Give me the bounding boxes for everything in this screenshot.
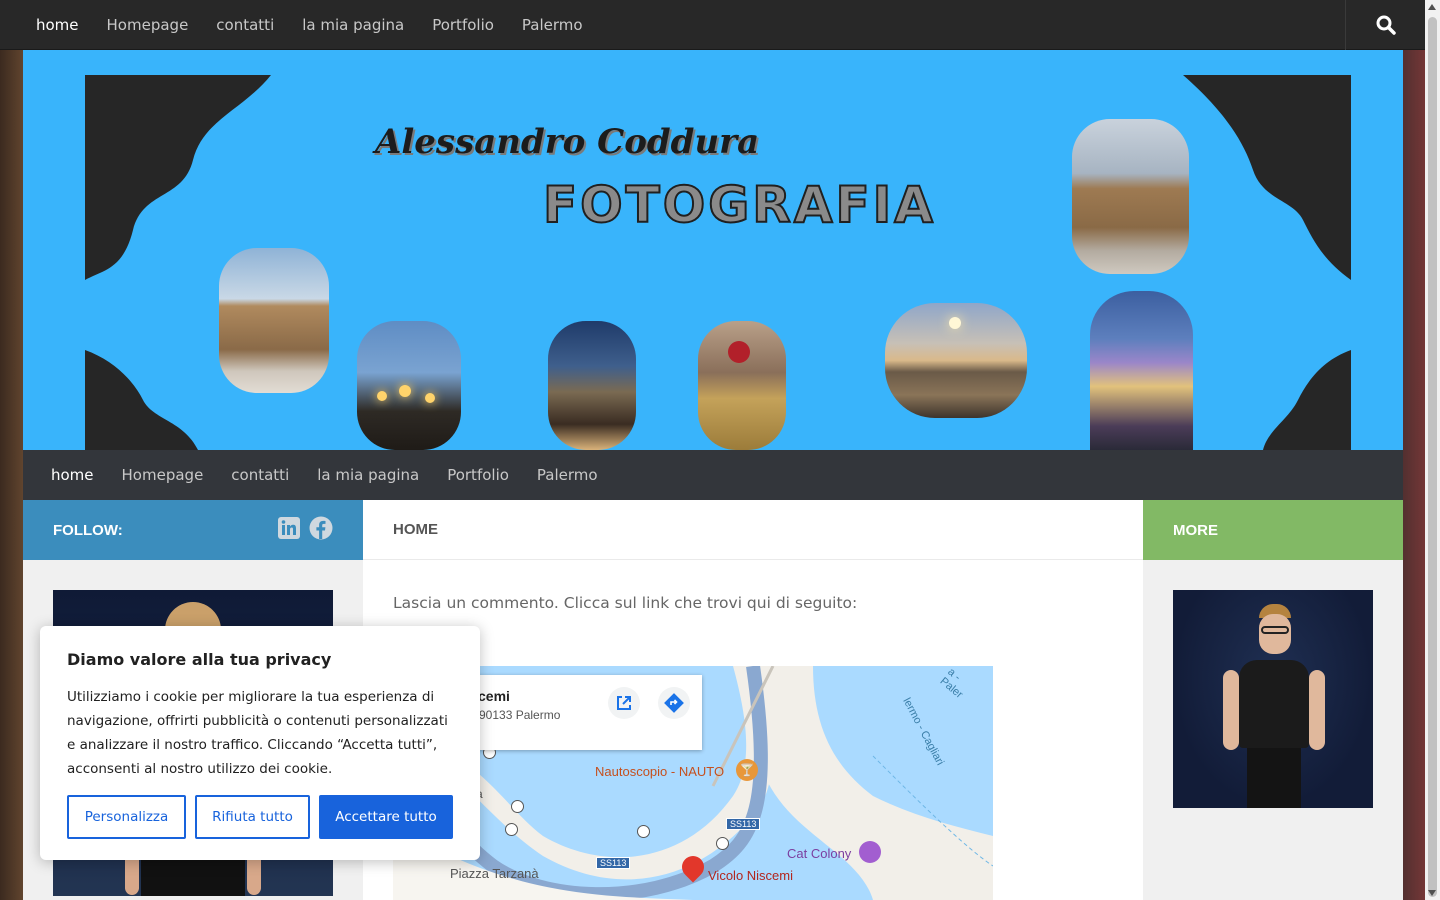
bar-icon[interactable]: 🍸 [736, 759, 758, 781]
search-icon [1376, 15, 1396, 35]
banner-photo-palazzo [1072, 119, 1189, 274]
cookie-body: Utilizziamo i cookie per migliorare la t… [67, 689, 448, 777]
topnav-item-home[interactable]: home [22, 0, 93, 50]
banner-photo-statue [698, 321, 786, 450]
bus-stop-icon-2[interactable] [505, 823, 518, 836]
customize-button[interactable]: Personalizza [67, 795, 186, 839]
cookie-title: Diamo valore alla tua privacy [67, 650, 332, 669]
social-icons [277, 516, 333, 540]
topnav-item-palermo[interactable]: Palermo [508, 0, 597, 50]
main-navigation: home Homepage contatti la mia pagina Por… [23, 450, 1403, 500]
header-banner: Alessandro Coddura FOTOGRAFIA [23, 50, 1403, 450]
banner-photo-theatre [1090, 291, 1193, 450]
map-label-cat-colony[interactable]: Cat Colony [787, 846, 851, 861]
reject-all-button[interactable]: Rifiuta tutto [195, 795, 310, 839]
banner-photo-lamp [357, 321, 461, 450]
directions-button[interactable] [658, 687, 690, 719]
banner-title: Alessandro Coddura [375, 122, 760, 162]
map-road-ss113-a: SS113 [726, 818, 761, 830]
camera-icon[interactable] [859, 841, 881, 863]
mainnav-item-portfolio[interactable]: Portfolio [433, 450, 523, 500]
banner-photo-sunset [885, 303, 1027, 418]
external-link-icon [617, 696, 631, 710]
page-title: HOME [363, 500, 1143, 560]
cookie-buttons: Personalizza Rifiuta tutto Accettare tut… [67, 795, 453, 839]
search-button[interactable] [1345, 0, 1425, 50]
topnav-item-homepage[interactable]: Homepage [93, 0, 203, 50]
right-sidebar: MORE [1143, 500, 1403, 900]
banner-photo-palace [219, 248, 329, 393]
mainnav-item-palermo[interactable]: Palermo [523, 450, 612, 500]
map-label-nautoscopio[interactable]: Nautoscopio - NAUTO [595, 764, 724, 779]
more-bar: MORE [1143, 500, 1403, 560]
map-place-card: cemi emi, 90133 Palermo [448, 675, 702, 750]
topnav-item-portfolio[interactable]: Portfolio [418, 0, 508, 50]
intro-text: Lascia un commento. Clicca sul link che … [393, 594, 858, 612]
mainnav-item-home[interactable]: home [37, 450, 108, 500]
follow-label: FOLLOW: [53, 521, 123, 539]
top-navigation: home Homepage contatti la mia pagina Por… [0, 0, 1425, 50]
open-in-maps-button[interactable] [608, 687, 640, 719]
bus-stop-icon-3[interactable] [637, 825, 650, 838]
mainnav-item-contatti[interactable]: contatti [217, 450, 303, 500]
scroll-down-arrow[interactable] [1428, 890, 1436, 896]
linkedin-icon[interactable] [277, 516, 301, 540]
map-label-vicolo-niscemi[interactable]: Vicolo Niscemi [708, 868, 793, 883]
map-label-piazza-tarzana[interactable]: Piazza Tarzanà [450, 866, 539, 881]
bus-stop-icon[interactable] [511, 800, 524, 813]
map-place-name: cemi [478, 688, 510, 704]
page-scrollbar[interactable] [1425, 0, 1440, 900]
accept-all-button[interactable]: Accettare tutto [319, 795, 453, 839]
mainnav-item-la-mia-pagina[interactable]: la mia pagina [303, 450, 433, 500]
follow-bar: FOLLOW: [23, 500, 363, 560]
bus-stop-icon-4[interactable] [716, 837, 729, 850]
banner-subtitle: FOTOGRAFIA [542, 175, 936, 235]
scrollbar-thumb[interactable] [1428, 17, 1437, 897]
scroll-up-arrow[interactable] [1428, 4, 1436, 10]
topnav-item-la-mia-pagina[interactable]: la mia pagina [288, 0, 418, 50]
facebook-icon[interactable] [309, 516, 333, 540]
profile-avatar-right [1173, 590, 1373, 808]
mainnav-item-homepage[interactable]: Homepage [108, 450, 218, 500]
directions-icon [664, 693, 684, 713]
cookie-consent-dialog: Diamo valore alla tua privacy Utilizziam… [40, 626, 480, 860]
topnav-item-contatti[interactable]: contatti [202, 0, 288, 50]
map-road-ss113-b: SS113 [596, 857, 631, 869]
banner-photo-arch [548, 321, 636, 450]
